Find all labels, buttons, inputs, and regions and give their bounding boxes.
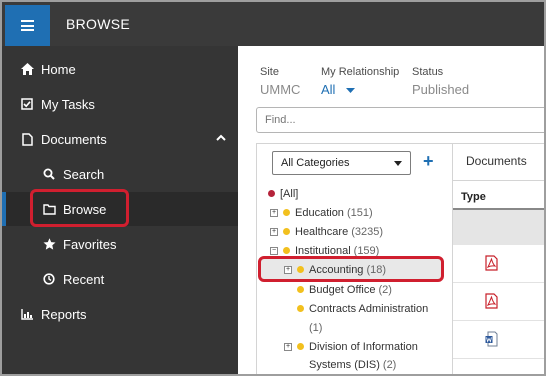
tree-node-count: (159): [353, 244, 380, 257]
tree-node-count: (3235): [351, 225, 383, 238]
table-row[interactable]: [453, 245, 544, 283]
tree-node-healthcare[interactable]: + Healthcare (3235): [270, 224, 383, 239]
top-bar: BROWSE: [2, 2, 544, 46]
sidebar-item-favorites[interactable]: Favorites: [2, 227, 238, 261]
tree-node-label: Division of Information: [309, 340, 418, 353]
tree-node-contracts-administration[interactable]: Contracts Administration: [297, 301, 428, 316]
tree-node-division-of-information[interactable]: + Division of Information: [284, 339, 418, 354]
table-row[interactable]: [453, 283, 544, 321]
tree-node-label: Education: [295, 206, 344, 219]
sidebar-item-my-tasks[interactable]: My Tasks: [2, 87, 238, 121]
status-dot: [268, 190, 275, 197]
documents-panel: Documents Type: [452, 143, 544, 374]
tree-node-education[interactable]: + Education (151): [270, 205, 373, 220]
type-column-header[interactable]: Type: [453, 181, 544, 210]
tree-node-all[interactable]: [All]: [268, 186, 298, 201]
table-row[interactable]: [453, 210, 544, 245]
app-window: BROWSE Home My Tasks Documents Search Br…: [0, 0, 546, 376]
tree-node-accounting[interactable]: + Accounting (18): [284, 262, 386, 277]
status-dot: [283, 228, 290, 235]
tree-node-count: (2): [382, 358, 397, 371]
tree-node-count: (18): [366, 263, 386, 276]
status-dot: [297, 286, 304, 293]
expand-icon[interactable]: +: [270, 208, 278, 217]
document-icon: [20, 132, 34, 146]
tree-node-count: (2): [378, 283, 392, 296]
sidebar-item-label: Reports: [41, 306, 87, 322]
sidebar-item-label: Documents: [41, 131, 107, 147]
sidebar-item-label: Search: [63, 166, 105, 182]
tree-node-label: Healthcare: [295, 225, 349, 238]
expand-icon[interactable]: +: [284, 265, 292, 274]
sidebar-item-search[interactable]: Search: [2, 157, 238, 191]
sidebar: Home My Tasks Documents Search Browse Fa…: [2, 46, 238, 374]
tree-node-count: (1): [309, 321, 323, 334]
collapse-icon[interactable]: −: [270, 246, 278, 255]
checkbox-icon: [20, 98, 34, 110]
tree-node-label-continued: Systems (DIS) (2): [309, 357, 396, 372]
status-filter[interactable]: Status Published: [412, 66, 469, 97]
status-value: Published: [412, 82, 470, 97]
bar-chart-icon: [20, 308, 34, 320]
status-dot: [283, 209, 290, 216]
sidebar-item-label: Favorites: [63, 236, 117, 252]
search-icon: [42, 168, 56, 180]
category-tree-panel: All Categories + [All] + Education (151)…: [256, 143, 452, 374]
tree-node-count: (151): [346, 206, 373, 219]
caret-down-icon: [394, 161, 402, 166]
tree-node-label: [All]: [280, 187, 299, 200]
add-icon[interactable]: +: [423, 151, 434, 172]
chevron-up-icon[interactable]: [216, 133, 226, 143]
status-label: Status: [412, 66, 444, 78]
sidebar-item-recent[interactable]: Recent: [2, 262, 238, 296]
caret-down-icon: [346, 87, 356, 93]
home-icon: [20, 63, 34, 75]
tree-node-count-line: (1): [309, 320, 322, 335]
tree-node-label: Systems (DIS): [309, 358, 380, 371]
status-dot: [297, 266, 304, 273]
site-filter[interactable]: Site UMMC: [260, 66, 300, 97]
site-value: UMMC: [260, 82, 301, 97]
tree-node-label: Institutional: [295, 244, 351, 257]
category-select-value: All Categories: [281, 157, 350, 169]
tree-node-budget-office[interactable]: Budget Office (2): [297, 282, 392, 297]
sidebar-item-label: Home: [41, 61, 76, 77]
table-row[interactable]: [453, 321, 544, 359]
sidebar-item-label: My Tasks: [41, 96, 95, 112]
clock-icon: [42, 273, 56, 285]
hamburger-icon: [21, 20, 34, 31]
status-dot: [297, 305, 304, 312]
pdf-icon: [485, 255, 498, 271]
hamburger-menu-button[interactable]: [5, 5, 50, 46]
pdf-icon: [485, 293, 498, 309]
tree-node-label: Budget Office: [309, 283, 376, 296]
relationship-label: My Relationship: [321, 66, 400, 78]
tab-documents[interactable]: Documents: [453, 144, 544, 181]
tree-node-label: Accounting: [309, 263, 364, 276]
relationship-value: All: [321, 82, 336, 97]
page-title: BROWSE: [66, 16, 131, 32]
star-icon: [42, 238, 56, 250]
relationship-dropdown[interactable]: All: [321, 82, 399, 97]
site-label: Site: [260, 66, 279, 78]
word-doc-icon: [485, 331, 498, 347]
tree-node-label: Contracts Administration: [309, 302, 429, 315]
relationship-filter[interactable]: My Relationship All: [321, 66, 399, 97]
expand-icon[interactable]: +: [284, 342, 292, 351]
find-input[interactable]: [256, 107, 544, 133]
selection-indicator: [2, 192, 6, 226]
sidebar-item-home[interactable]: Home: [2, 52, 238, 86]
sidebar-item-reports[interactable]: Reports: [2, 297, 238, 331]
status-dot: [297, 343, 304, 350]
expand-icon[interactable]: +: [270, 227, 278, 236]
status-dot: [283, 247, 290, 254]
sidebar-item-documents[interactable]: Documents: [2, 122, 238, 156]
main-content: Site UMMC My Relationship All Status Pub…: [238, 46, 544, 374]
category-select[interactable]: All Categories: [272, 151, 411, 175]
sidebar-item-label: Recent: [63, 271, 105, 287]
browse-highlight-box: [30, 189, 129, 227]
